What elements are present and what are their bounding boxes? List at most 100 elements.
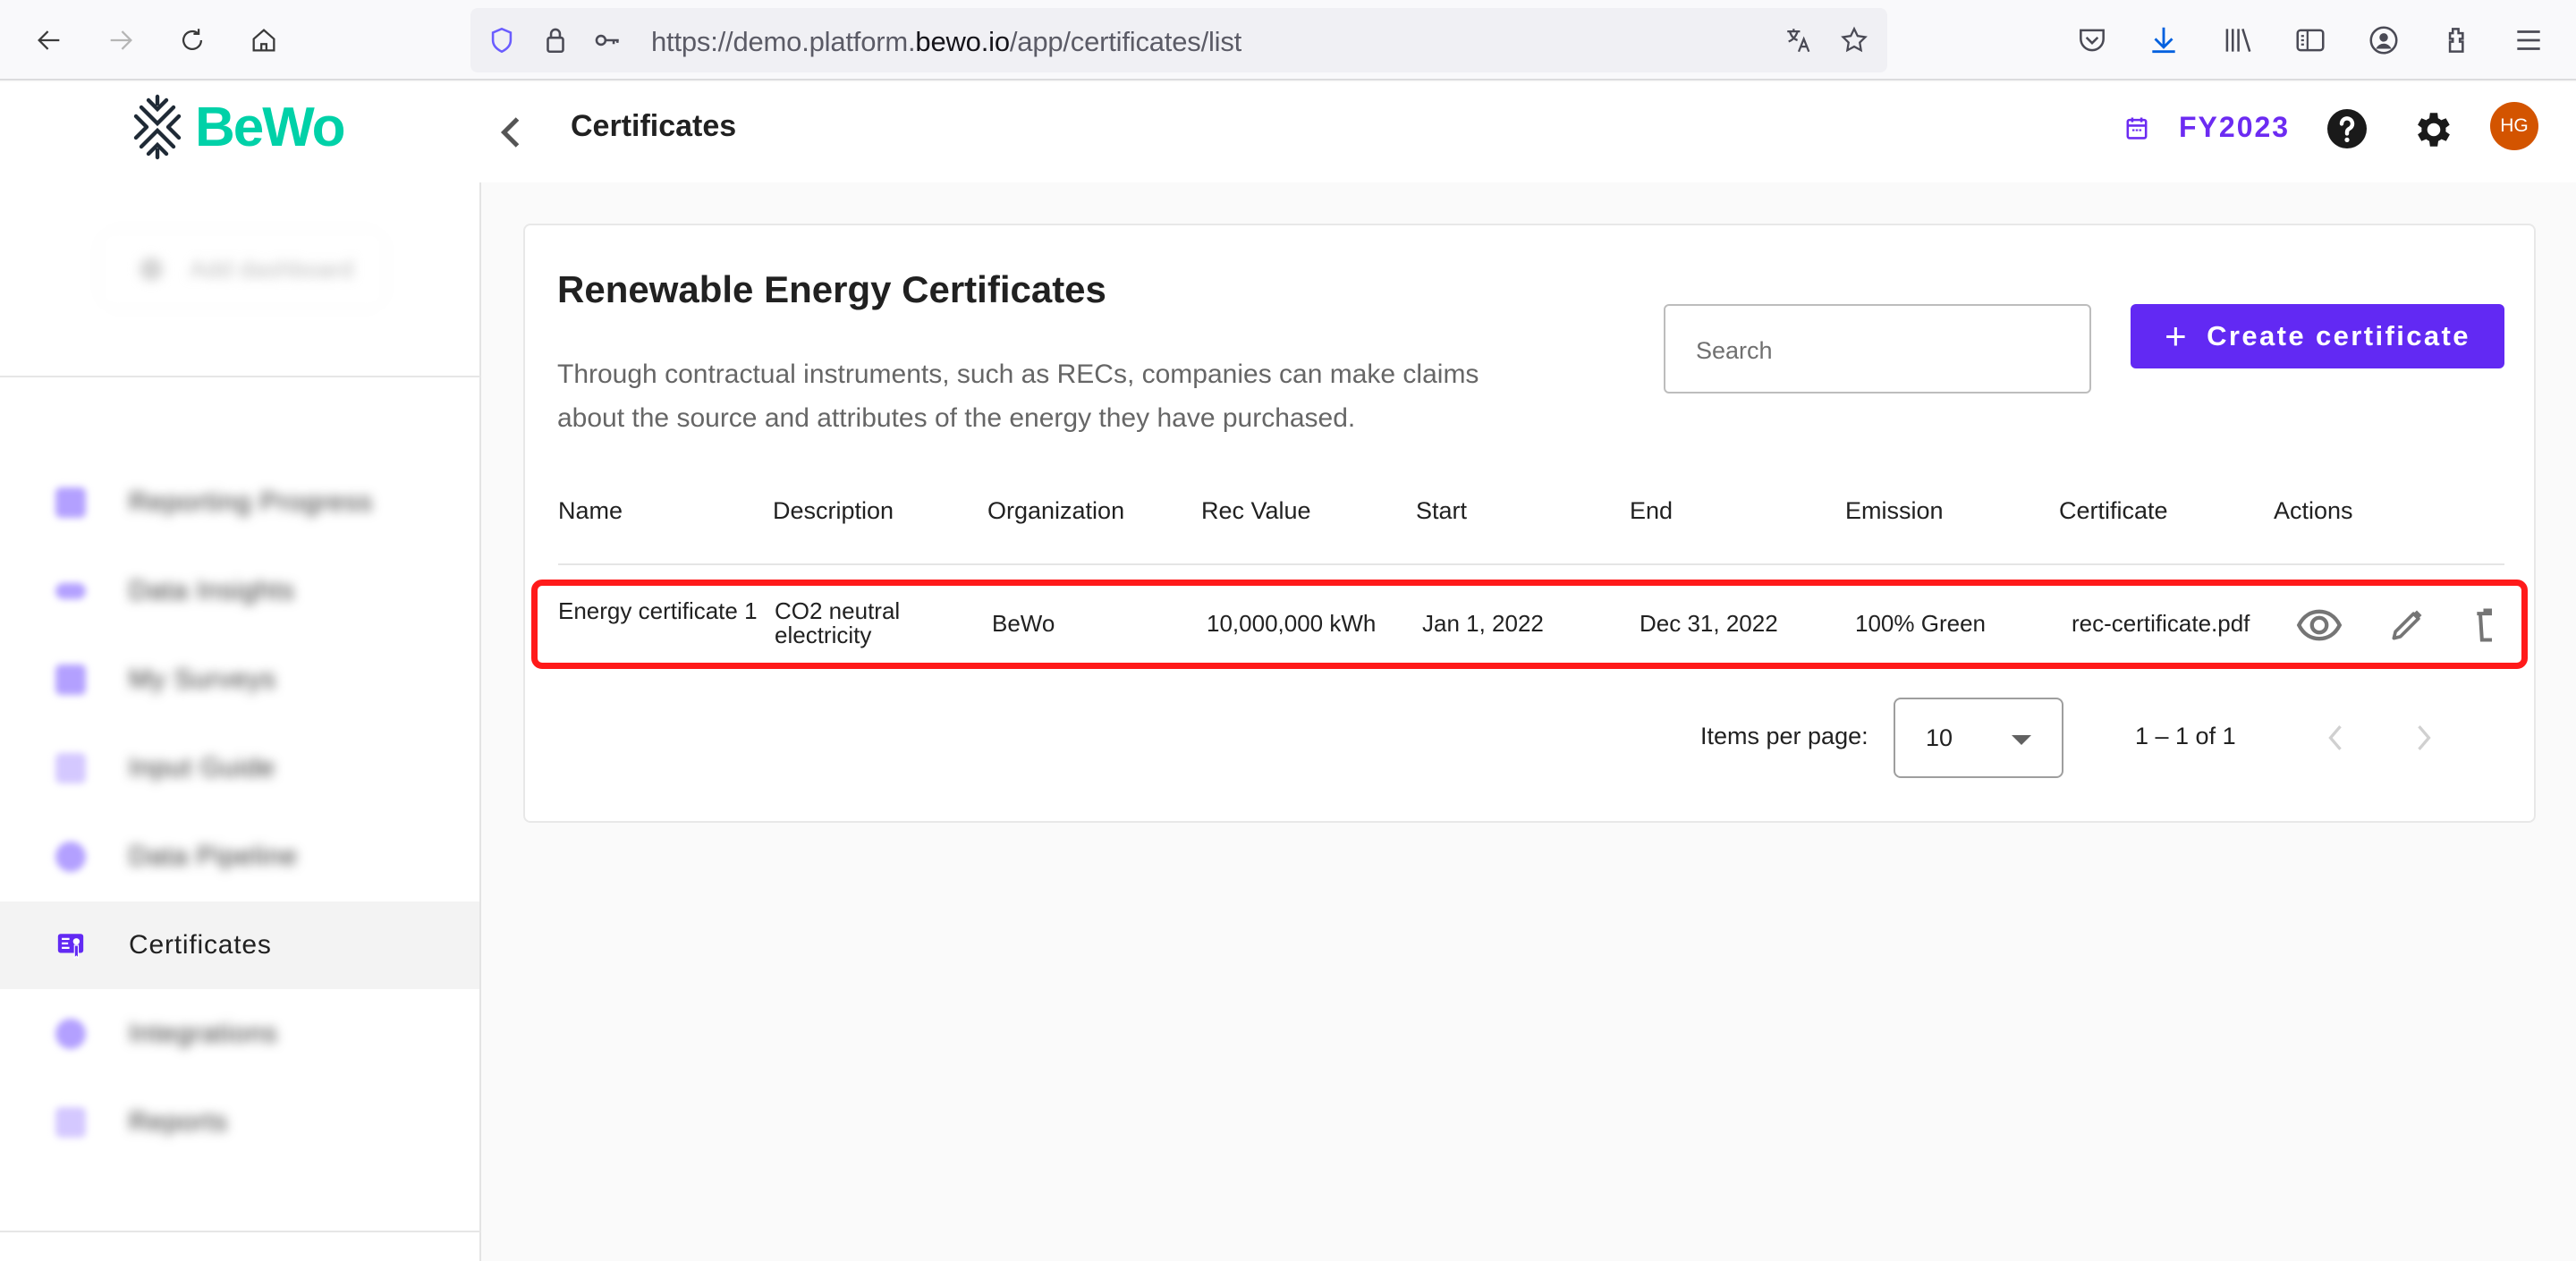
plus-icon: + (2165, 315, 2190, 357)
collapse-sidebar-chevron-icon[interactable] (497, 114, 524, 150)
library-icon[interactable] (2220, 23, 2254, 57)
bookmark-star-icon[interactable] (1839, 25, 1869, 55)
table-header-row: Name Description Organization Rec Value … (558, 476, 2504, 565)
sidebar-item-integrations[interactable]: Integrations (0, 990, 479, 1078)
sidebar-item-label: Reports (129, 1107, 228, 1137)
sidebar-item-data-pipeline[interactable]: Data Pipeline (0, 813, 479, 901)
bewo-logo-icon (133, 94, 182, 160)
reload-button[interactable] (172, 20, 213, 61)
sidebar: Add dashboard Reporting Progress Data In… (0, 182, 481, 1261)
url-prefix: https://demo.platform. (651, 26, 916, 57)
menu-icon[interactable] (2512, 23, 2546, 57)
pocket-icon[interactable] (2075, 23, 2109, 57)
my-surveys-icon (55, 664, 86, 695)
data-pipeline-icon (55, 842, 86, 872)
url-path: /app/certificates/list (1009, 26, 1242, 57)
data-insights-icon (55, 583, 86, 599)
cell-organization: BeWo (992, 610, 1055, 637)
sidebar-item-label: Certificates (129, 930, 272, 960)
app-header: BeWo Certificates FY2023 HG (0, 82, 2576, 182)
items-per-page-select[interactable]: 10 (1894, 698, 2063, 778)
back-icon (38, 30, 60, 50)
column-header-name[interactable]: Name (558, 497, 623, 525)
card-title: Renewable Energy Certificates (557, 268, 1106, 310)
lock-icon[interactable] (540, 25, 571, 55)
sidebar-item-label: Input Guide (129, 753, 275, 783)
previous-page-button[interactable] (2313, 715, 2358, 760)
user-avatar[interactable]: HG (2490, 102, 2538, 150)
column-header-rec-value[interactable]: Rec Value (1201, 497, 1311, 525)
url-bar[interactable]: https://demo.platform.bewo.io/app/certif… (470, 8, 1887, 72)
shield-icon[interactable] (487, 25, 517, 55)
settings-gear-icon[interactable] (2411, 107, 2456, 152)
column-header-certificate[interactable]: Certificate (2059, 497, 2168, 525)
add-dashboard-label: Add dashboard (190, 255, 354, 283)
sidebar-item-reports[interactable]: Reports (0, 1079, 479, 1166)
home-button[interactable] (243, 20, 284, 61)
pagination-range: 1 – 1 of 1 (2135, 723, 2236, 749)
dropdown-caret-icon (2012, 735, 2031, 745)
search-field[interactable] (1664, 304, 2091, 394)
download-icon[interactable] (2147, 23, 2181, 57)
items-per-page-label: Items per page: (1700, 723, 1868, 749)
cell-description: CO2 neutral electricity (775, 597, 901, 648)
calendar-icon (2126, 117, 2148, 140)
column-header-end[interactable]: End (1630, 497, 1673, 525)
key-icon[interactable] (592, 25, 623, 55)
column-header-actions: Actions (2274, 497, 2353, 524)
input-guide-icon (55, 753, 86, 783)
account-icon[interactable] (2367, 23, 2401, 57)
view-button[interactable] (2295, 605, 2343, 646)
sidebar-item-label: My Surveys (129, 664, 276, 694)
forward-icon (110, 30, 132, 50)
browser-toolbar: https://demo.platform.bewo.io/app/certif… (0, 0, 2576, 80)
fiscal-year-selector[interactable]: FY2023 (2125, 111, 2290, 144)
logo-text: BeWo (195, 96, 346, 158)
column-header-organization[interactable]: Organization (987, 497, 1124, 525)
help-icon[interactable] (2326, 107, 2368, 150)
table-row[interactable]: Energy certificate 1 CO2 neutral electri… (558, 581, 2504, 667)
search-input[interactable] (1696, 333, 2072, 368)
sidebar-item-reporting-progress[interactable]: Reporting Progress (0, 459, 479, 546)
fiscal-year-label: FY2023 (2179, 111, 2291, 143)
next-page-button[interactable] (2402, 715, 2446, 760)
sidebar-item-my-surveys[interactable]: My Surveys (0, 636, 479, 724)
sidebar-item-data-insights[interactable]: Data Insights (0, 547, 479, 635)
trash-icon (2477, 608, 2492, 642)
create-certificate-button[interactable]: + Create certificate (2131, 304, 2504, 368)
sidebar-icon[interactable] (2293, 23, 2327, 57)
home-icon (252, 29, 275, 52)
sidebar-item-label: Integrations (129, 1019, 278, 1048)
plus-icon (140, 258, 163, 281)
sidebar-item-certificates[interactable]: Certificates (0, 901, 479, 989)
chevron-left-icon (2328, 725, 2342, 750)
sidebar-item-input-guide[interactable]: Input Guide (0, 724, 479, 812)
certificates-card: Renewable Energy Certificates Through co… (523, 224, 2536, 823)
sidebar-item-label: Data Pipeline (129, 842, 298, 871)
cell-end: Dec 31, 2022 (1640, 610, 1778, 637)
edit-button[interactable] (2383, 605, 2431, 646)
integrations-icon (55, 1019, 86, 1049)
sidebar-item-label: Reporting Progress (129, 487, 373, 517)
bewo-logo[interactable]: BeWo (132, 93, 346, 161)
column-header-emission[interactable]: Emission (1845, 497, 1944, 525)
url-host: bewo.io (915, 26, 1010, 57)
create-certificate-label: Create certificate (2207, 320, 2470, 351)
cell-certificate-file[interactable]: rec-certificate.pdf (2072, 612, 2250, 636)
cell-name: Energy certificate 1 (558, 597, 758, 624)
extensions-icon[interactable] (2440, 23, 2474, 57)
forward-button[interactable] (100, 20, 141, 61)
url-text[interactable]: https://demo.platform.bewo.io/app/certif… (651, 26, 1241, 58)
reload-icon (182, 29, 203, 50)
add-dashboard-button[interactable]: Add dashboard (100, 231, 385, 308)
delete-button[interactable] (2470, 605, 2492, 646)
translate-icon[interactable] (1784, 25, 1814, 55)
back-button[interactable] (29, 20, 70, 61)
column-header-description[interactable]: Description (773, 497, 894, 525)
column-header-start[interactable]: Start (1416, 497, 1467, 525)
reports-icon (55, 1107, 86, 1138)
cell-emission: 100% Green (1855, 610, 1986, 637)
sidebar-divider (0, 1231, 481, 1232)
certificate-icon (57, 934, 84, 960)
reporting-progress-icon (55, 487, 86, 518)
